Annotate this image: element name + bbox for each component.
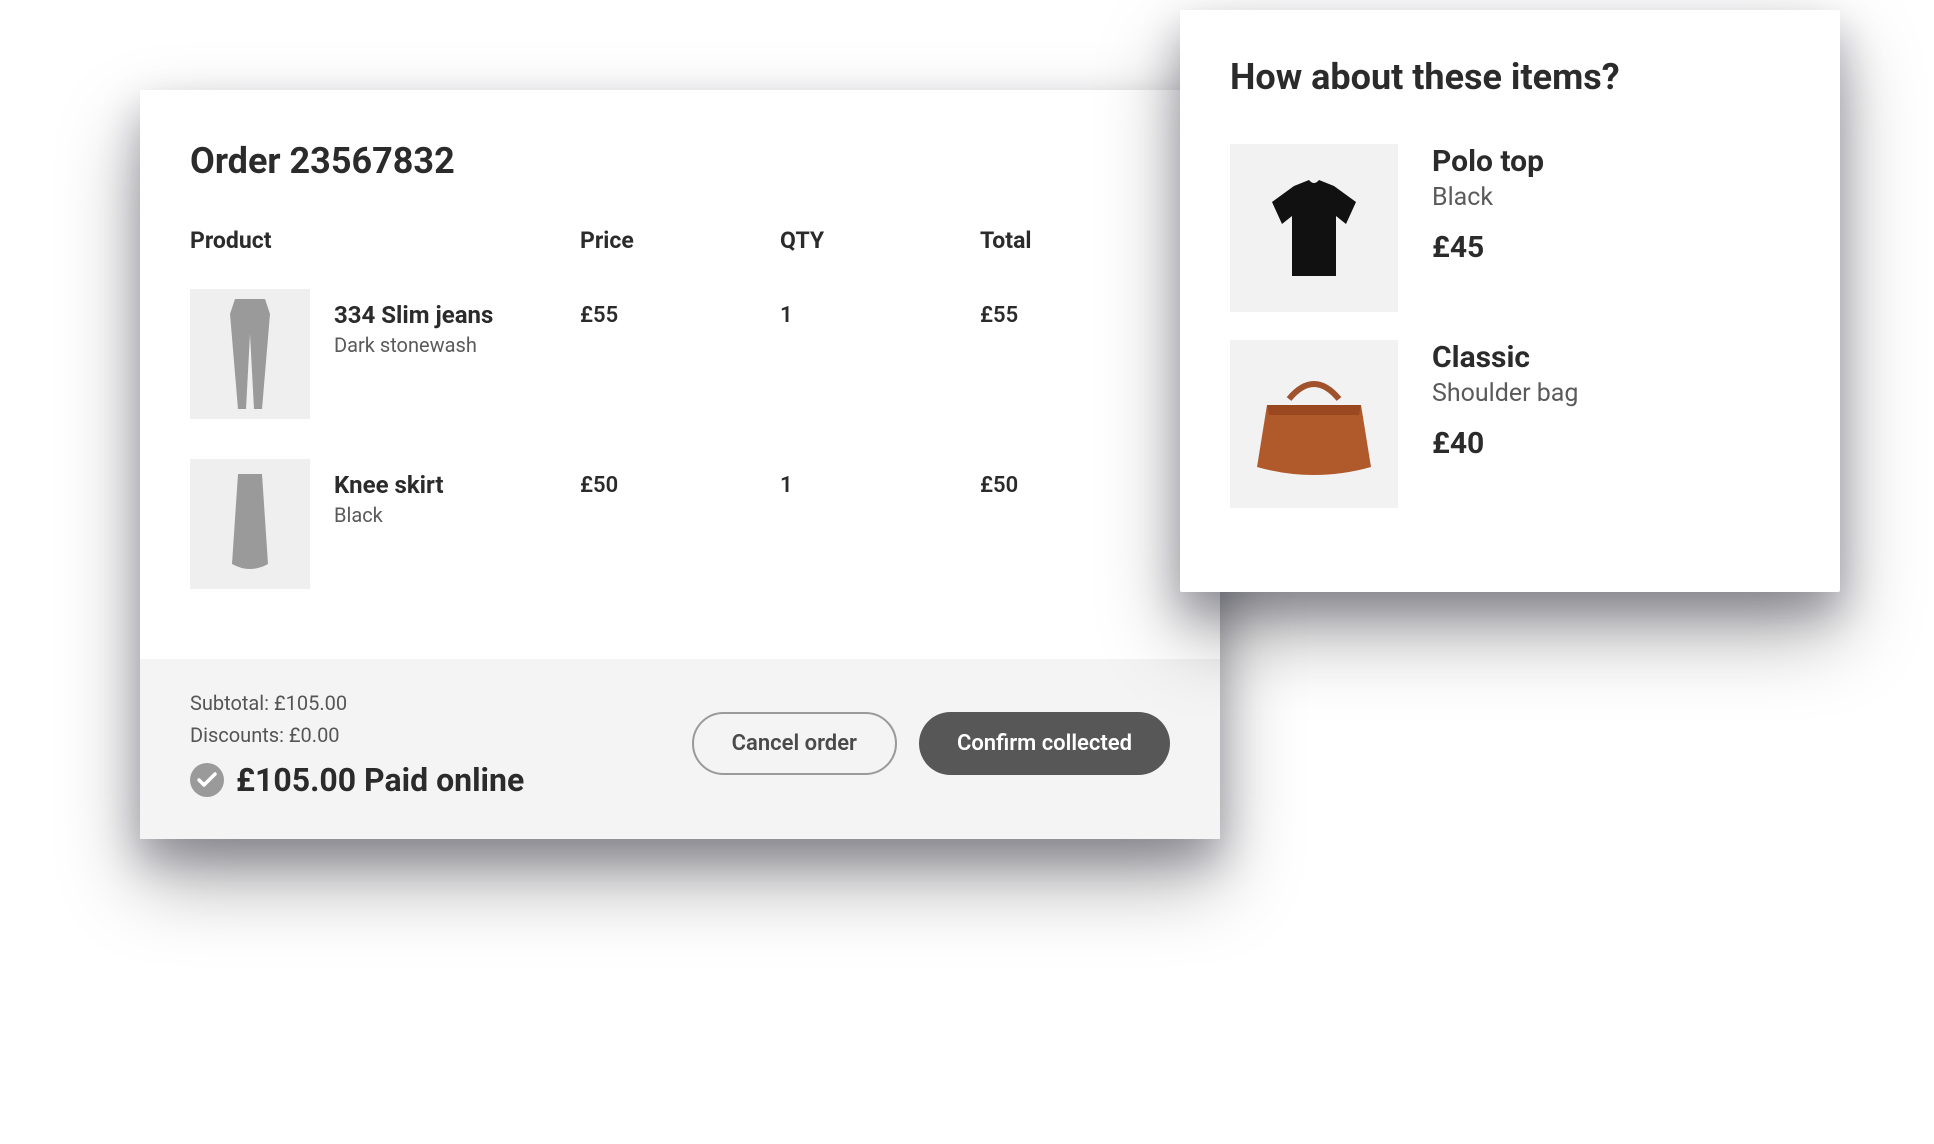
subtotal-label: Subtotal: £105.00 — [190, 687, 524, 719]
check-icon — [190, 763, 224, 797]
product-thumbnail — [190, 289, 310, 419]
paid-row: £105.00 Paid online — [190, 761, 524, 799]
polo-top-icon — [1254, 168, 1374, 288]
suggestion-price: £45 — [1432, 230, 1544, 265]
footer-actions: Cancel order Confirm collected — [692, 712, 1170, 775]
order-card: Order 23567832 Product Price QTY Total 3… — [140, 90, 1220, 839]
table-row: 334 Slim jeans Dark stonewash — [190, 289, 580, 419]
product-variant: Dark stonewash — [334, 333, 493, 357]
product-qty: 1 — [780, 303, 980, 328]
product-name: Knee skirt — [334, 471, 444, 499]
suggestion-price: £40 — [1432, 426, 1578, 461]
discounts-label: Discounts: £0.00 — [190, 719, 524, 751]
confirm-collected-button[interactable]: Confirm collected — [919, 712, 1170, 775]
order-body: Order 23567832 Product Price QTY Total 3… — [140, 90, 1220, 659]
column-qty: QTY — [780, 227, 980, 254]
column-price: Price — [580, 227, 780, 254]
suggestion-variant: Shoulder bag — [1432, 379, 1578, 408]
product-price: £55 — [580, 303, 780, 328]
product-price: £50 — [580, 473, 780, 498]
paid-text: £105.00 Paid online — [236, 761, 524, 799]
suggestion-name: Polo top — [1432, 144, 1544, 179]
order-title: Order 23567832 — [190, 140, 1170, 182]
jeans-icon — [220, 299, 280, 409]
product-name: 334 Slim jeans — [334, 301, 493, 329]
suggestions-card: How about these items? Polo top Black £4… — [1180, 10, 1840, 592]
totals: Subtotal: £105.00 Discounts: £0.00 £105.… — [190, 687, 524, 799]
suggestion-thumbnail — [1230, 144, 1398, 312]
product-total: £55 — [980, 303, 1170, 328]
suggestion-item[interactable]: Polo top Black £45 — [1230, 144, 1790, 312]
product-info: 334 Slim jeans Dark stonewash — [334, 289, 493, 357]
handbag-icon — [1249, 369, 1379, 479]
order-footer: Subtotal: £105.00 Discounts: £0.00 £105.… — [140, 659, 1220, 839]
cancel-order-button[interactable]: Cancel order — [692, 712, 897, 775]
skirt-icon — [220, 474, 280, 574]
suggestion-thumbnail — [1230, 340, 1398, 508]
table-row: Knee skirt Black — [190, 459, 580, 589]
order-table: Product Price QTY Total 334 Slim jeans D… — [190, 227, 1170, 629]
product-total: £50 — [980, 473, 1170, 498]
suggestion-name: Classic — [1432, 340, 1578, 375]
suggestions-title: How about these items? — [1230, 56, 1790, 98]
product-qty: 1 — [780, 473, 980, 498]
column-total: Total — [980, 227, 1170, 254]
suggestion-item[interactable]: Classic Shoulder bag £40 — [1230, 340, 1790, 508]
product-thumbnail — [190, 459, 310, 589]
product-info: Knee skirt Black — [334, 459, 444, 527]
column-product: Product — [190, 227, 580, 254]
suggestion-info: Polo top Black £45 — [1432, 144, 1544, 265]
product-variant: Black — [334, 503, 444, 527]
suggestion-info: Classic Shoulder bag £40 — [1432, 340, 1578, 461]
suggestion-variant: Black — [1432, 183, 1544, 212]
